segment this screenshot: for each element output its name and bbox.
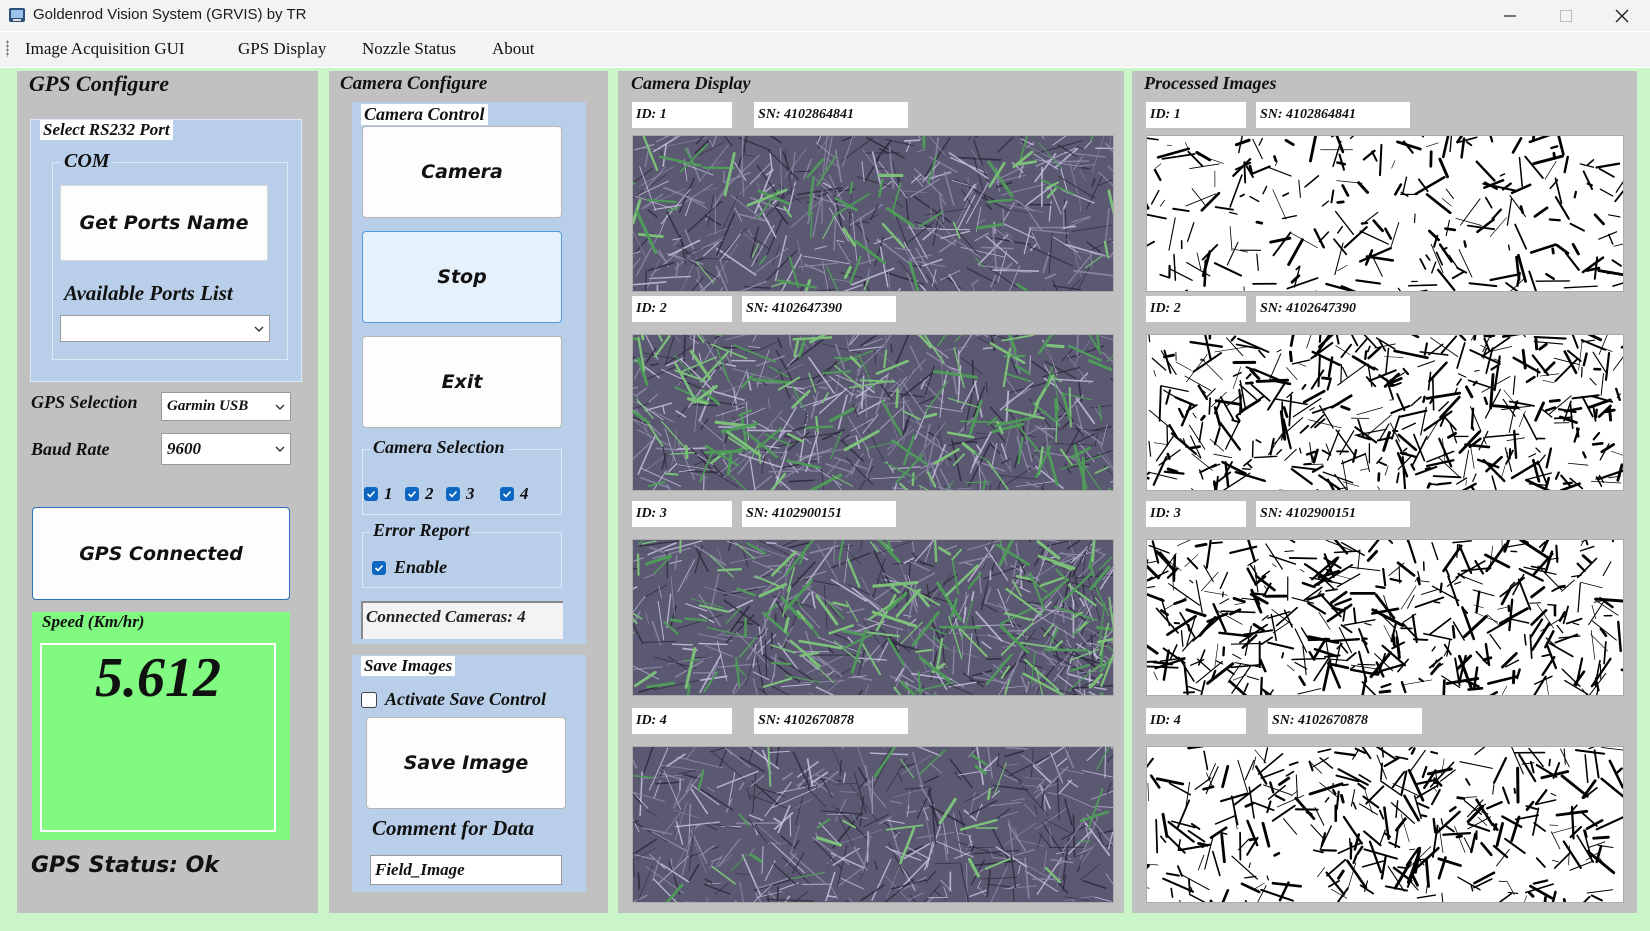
binary-image-icon	[1147, 335, 1623, 490]
camera-checkbox-2[interactable]: 2	[405, 484, 434, 504]
menu-about[interactable]: About	[492, 39, 535, 59]
camera-image-2	[632, 334, 1114, 491]
activate-save-checkbox[interactable]: Activate Save Control	[361, 689, 546, 710]
get-ports-name-button[interactable]: Get Ports Name	[60, 185, 268, 261]
camera-checkbox-3[interactable]: 3	[446, 484, 475, 504]
available-ports-dropdown[interactable]	[60, 315, 270, 342]
stop-button[interactable]: Stop	[362, 231, 562, 323]
processed-image-3	[1146, 539, 1624, 696]
processed-feed-id: ID: 4	[1146, 708, 1246, 734]
error-report-label: Error Report	[370, 520, 473, 541]
save-images-label: Save Images	[361, 656, 456, 676]
camera-feed-sn: SN: 4102864841	[754, 102, 908, 128]
camera-checkbox-label: 4	[520, 484, 529, 503]
camera-selection-group	[362, 449, 562, 515]
close-button[interactable]	[1594, 0, 1650, 31]
checkbox-checked-icon	[364, 487, 378, 501]
grass-image-icon	[633, 540, 1113, 695]
save-image-button[interactable]: Save Image	[366, 717, 566, 809]
camera-configure-title: Camera Configure	[340, 73, 488, 94]
processed-feed-sn: SN: 4102670878	[1268, 708, 1422, 734]
menu-grip-icon	[6, 40, 9, 57]
activate-save-label: Activate Save Control	[385, 689, 546, 709]
processed-image-4	[1146, 746, 1624, 903]
window-title: Goldenrod Vision System (GRVIS) by TR	[33, 6, 307, 23]
grass-image-icon	[633, 335, 1113, 490]
camera-button[interactable]: Camera	[362, 126, 562, 218]
camera-checkbox-label: 1	[384, 484, 393, 503]
speed-value: 5.612	[95, 647, 221, 709]
gps-selection-label: GPS Selection	[31, 392, 138, 412]
binary-image-icon	[1147, 540, 1623, 695]
speed-label: Speed (Km/hr)	[42, 612, 145, 631]
gps-configure-title: GPS Configure	[29, 71, 169, 96]
checkbox-checked-icon	[405, 487, 419, 501]
baud-rate-value: 9600	[167, 439, 201, 458]
camera-feed-id: ID: 2	[632, 296, 732, 322]
gps-status-text: GPS Status: Ok	[31, 853, 219, 878]
checkbox-checked-icon	[372, 560, 386, 575]
camera-control-label: Camera Control	[361, 104, 488, 125]
camera-checkbox-label: 3	[466, 484, 475, 503]
checkbox-checked-icon	[500, 487, 514, 501]
camera-checkbox-1[interactable]: 1	[364, 484, 393, 504]
processed-image-2	[1146, 334, 1624, 491]
menu-image-acquisition[interactable]: Image Acquisition GUI	[25, 39, 185, 59]
connected-cameras-field: Connected Cameras: 4	[361, 601, 563, 639]
com-group-label: COM	[61, 150, 113, 173]
close-icon	[1615, 9, 1629, 22]
checkbox-checked-icon	[446, 487, 460, 501]
processed-feed-id: ID: 3	[1146, 501, 1246, 527]
binary-image-icon	[1147, 136, 1623, 291]
processed-feed-sn: SN: 4102647390	[1256, 296, 1410, 322]
menu-gps-display[interactable]: GPS Display	[238, 39, 326, 59]
maximize-icon	[1560, 9, 1572, 22]
camera-selection-label: Camera Selection	[370, 437, 508, 458]
menu-nozzle-status[interactable]: Nozzle Status	[362, 39, 456, 59]
gps-selection-value: Garmin USB	[167, 398, 249, 414]
grass-image-icon	[633, 747, 1113, 902]
chevron-down-icon	[275, 446, 285, 452]
chevron-down-icon	[275, 404, 285, 410]
camera-display-title: Camera Display	[631, 73, 751, 93]
exit-button[interactable]: Exit	[362, 336, 562, 428]
comment-input[interactable]: Field_Image	[370, 855, 562, 885]
error-enable-label: Enable	[394, 557, 448, 577]
binary-image-icon	[1147, 747, 1623, 902]
processed-feed-id: ID: 1	[1146, 102, 1246, 128]
camera-feed-id: ID: 4	[632, 708, 732, 734]
camera-feed-id: ID: 1	[632, 102, 732, 128]
gps-connected-button[interactable]: GPS Connected	[32, 507, 290, 600]
processed-feed-sn: SN: 4102900151	[1256, 501, 1410, 527]
camera-image-4	[632, 746, 1114, 903]
camera-checkbox-4[interactable]: 4	[500, 484, 529, 504]
camera-image-3	[632, 539, 1114, 696]
grass-image-icon	[633, 136, 1113, 291]
camera-feed-sn: SN: 4102670878	[754, 708, 908, 734]
app-icon	[8, 6, 26, 24]
error-enable-checkbox[interactable]: Enable	[372, 557, 447, 578]
camera-feed-id: ID: 3	[632, 501, 732, 527]
processed-image-1	[1146, 135, 1624, 292]
comment-label: Comment for Data	[372, 816, 535, 840]
baud-rate-dropdown[interactable]: 9600	[161, 433, 291, 465]
camera-image-1	[632, 135, 1114, 292]
available-ports-label: Available Ports List	[64, 281, 233, 305]
baud-rate-label: Baud Rate	[31, 439, 110, 459]
maximize-button[interactable]	[1538, 0, 1594, 31]
chevron-down-icon	[254, 326, 264, 332]
processed-feed-sn: SN: 4102864841	[1256, 102, 1410, 128]
camera-checkbox-label: 2	[425, 484, 434, 503]
checkbox-unchecked-icon	[361, 691, 377, 708]
minimize-button[interactable]	[1482, 0, 1538, 31]
rs232-group-label: Select RS232 Port	[40, 120, 173, 140]
camera-feed-sn: SN: 4102900151	[742, 501, 896, 527]
processed-images-title: Processed Images	[1144, 73, 1277, 93]
gps-selection-dropdown[interactable]: Garmin USB	[161, 392, 291, 421]
processed-feed-id: ID: 2	[1146, 296, 1246, 322]
camera-feed-sn: SN: 4102647390	[742, 296, 896, 322]
minimize-icon	[1504, 14, 1516, 17]
